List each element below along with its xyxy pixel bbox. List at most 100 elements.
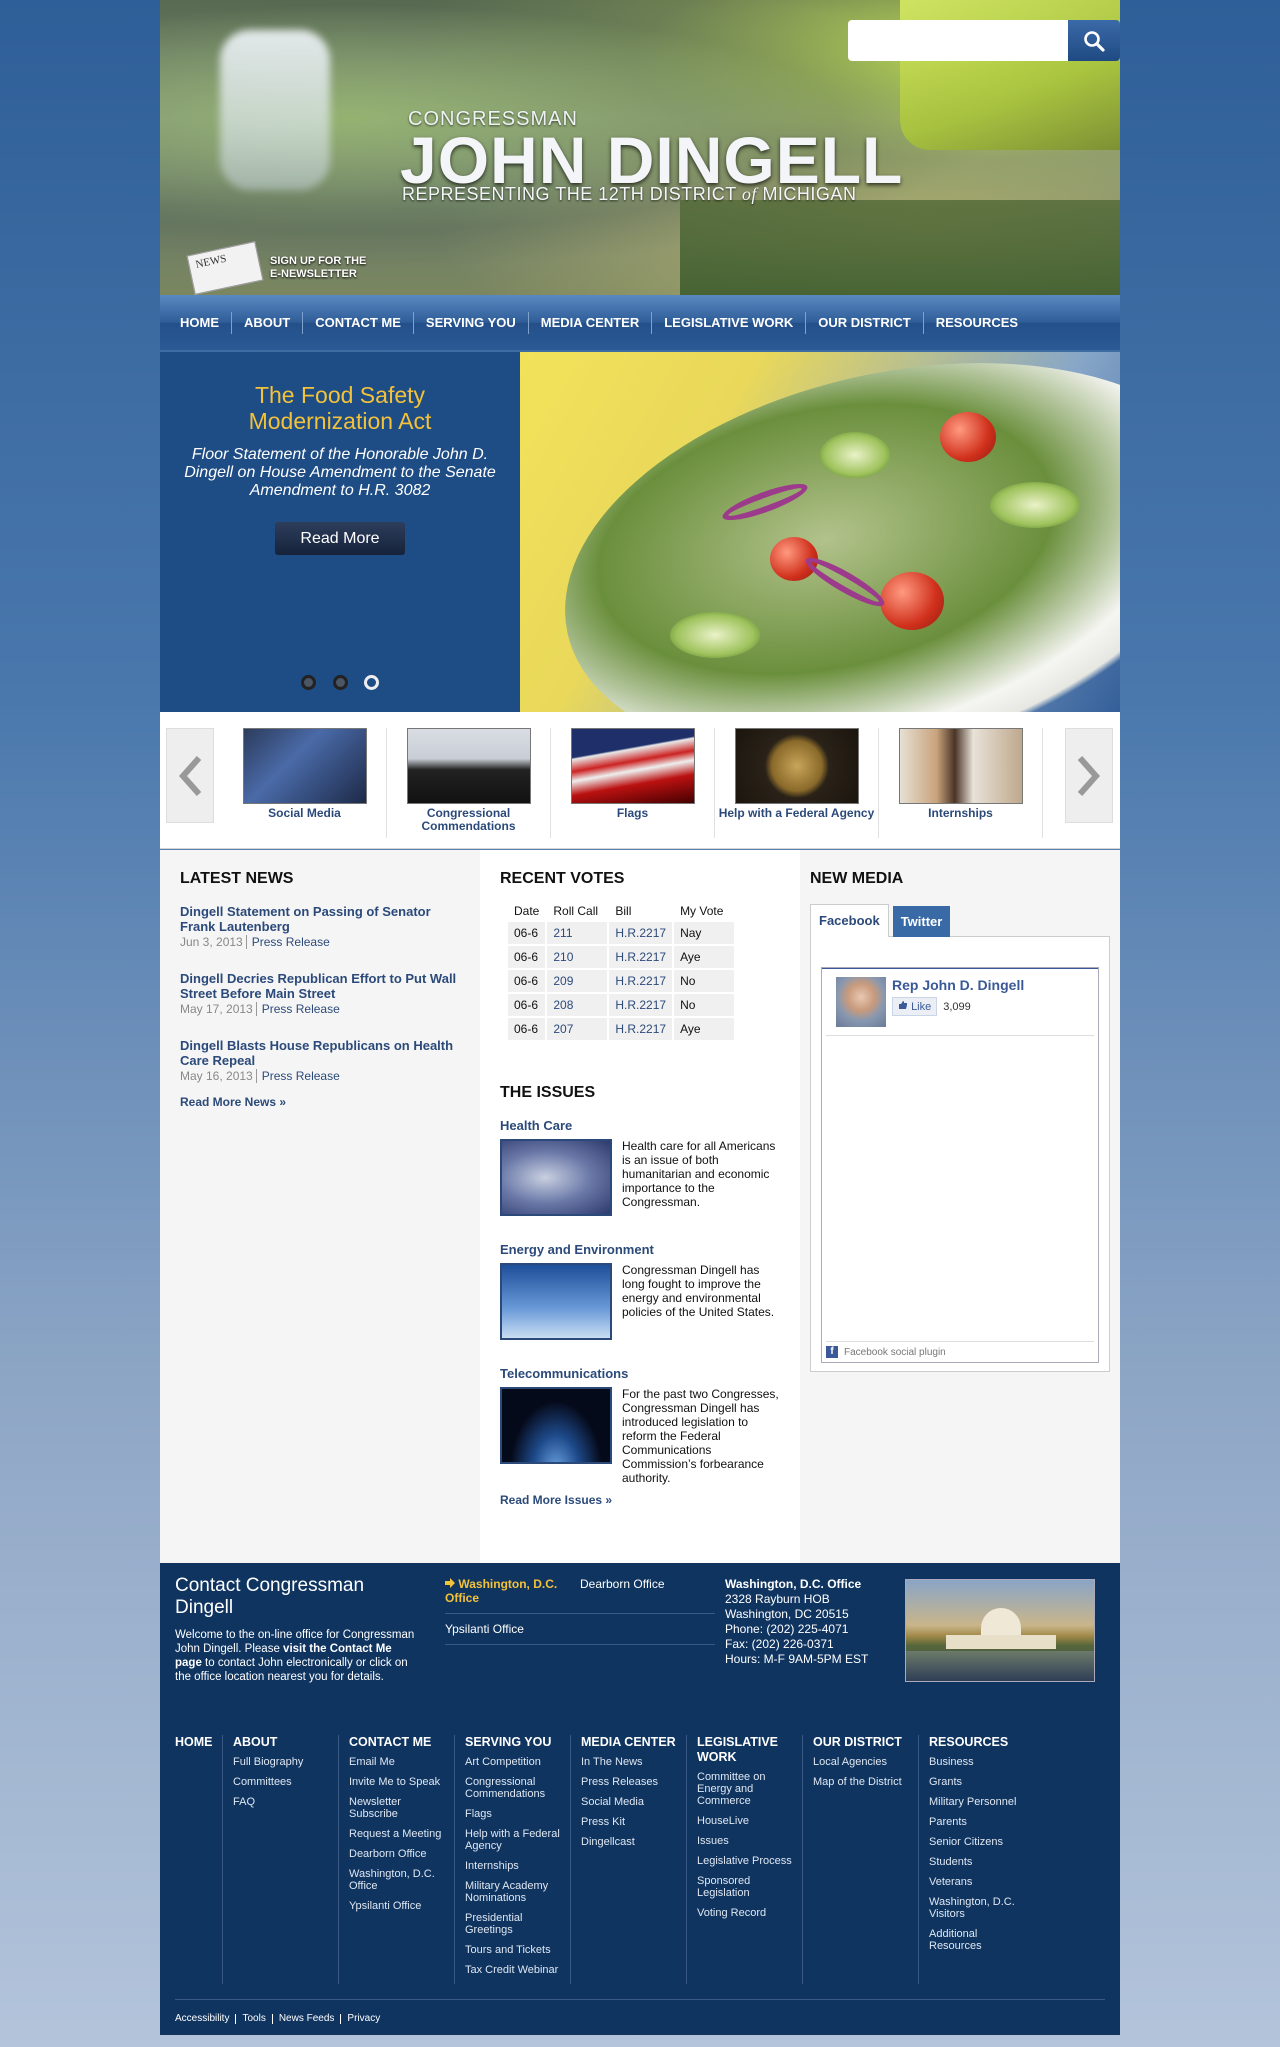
sitemap-head[interactable]: SERVING YOU (465, 1735, 560, 1750)
sitemap-link[interactable]: Map of the District (813, 1776, 908, 1788)
space-station-image[interactable] (500, 1387, 612, 1464)
news-feeds-link[interactable]: News Feeds (273, 2014, 342, 2024)
sitemap-link[interactable]: Issues (697, 1835, 792, 1847)
nav-resources[interactable]: RESOURCES (924, 312, 1030, 334)
slide-dot-3[interactable] (363, 675, 379, 690)
roll-call-link[interactable]: 211 (547, 922, 608, 944)
sitemap-head[interactable]: ABOUT (233, 1735, 328, 1750)
office-ypsilanti[interactable]: Ypsilanti Office (445, 1622, 580, 1636)
sitemap-head[interactable]: LEGISLATIVE WORK (697, 1735, 792, 1765)
privacy-link[interactable]: Privacy (341, 2014, 386, 2024)
sitemap-head[interactable]: MEDIA CENTER (581, 1735, 676, 1750)
news-type-link[interactable]: Press Release (255, 1002, 340, 1016)
sitemap-link[interactable]: Local Agencies (813, 1756, 908, 1768)
news-title[interactable]: Dingell Decries Republican Effort to Put… (180, 971, 460, 1001)
tools-link[interactable]: Tools (236, 2014, 273, 2024)
sitemap-head[interactable]: RESOURCES (929, 1735, 1025, 1750)
issue-title[interactable]: Telecommunications (500, 1366, 780, 1381)
sitemap-link[interactable]: Press Releases (581, 1776, 676, 1788)
carousel-item-internships[interactable]: Internships (879, 728, 1043, 838)
read-more-button[interactable]: Read More (275, 522, 405, 555)
nav-legislative-work[interactable]: LEGISLATIVE WORK (652, 311, 807, 334)
office-dearborn[interactable]: Dearborn Office (580, 1577, 715, 1605)
bill-link[interactable]: H.R.2217 (609, 994, 673, 1016)
sitemap-link[interactable]: Flags (465, 1808, 560, 1820)
carousel-item-federal-agency[interactable]: Help with a Federal Agency (715, 728, 879, 838)
sitemap-link[interactable]: Newsletter Subscribe (349, 1796, 444, 1820)
news-title[interactable]: Dingell Blasts House Republicans on Heal… (180, 1038, 460, 1068)
news-type-link[interactable]: Press Release (245, 935, 330, 949)
sitemap-link[interactable]: Business (929, 1756, 1025, 1768)
hero-image-salad[interactable] (520, 352, 1120, 712)
fb-plugin-label[interactable]: Facebook social plugin (844, 1347, 946, 1358)
sitemap-link[interactable]: Senior Citizens (929, 1836, 1025, 1848)
sitemap-link[interactable]: Presidential Greetings (465, 1912, 560, 1936)
news-type-link[interactable]: Press Release (255, 1069, 340, 1083)
read-more-issues-link[interactable]: Read More Issues » (500, 1493, 780, 1507)
sitemap-link[interactable]: Full Biography (233, 1756, 328, 1768)
sitemap-link[interactable]: Committees (233, 1776, 328, 1788)
sitemap-head[interactable]: CONTACT ME (349, 1735, 444, 1750)
search-button[interactable] (1068, 20, 1120, 61)
read-more-news-link[interactable]: Read More News » (180, 1095, 460, 1109)
bill-link[interactable]: H.R.2217 (609, 1018, 673, 1040)
avatar[interactable] (836, 977, 886, 1027)
sitemap-head[interactable]: HOME (175, 1735, 213, 1750)
nav-serving-you[interactable]: SERVING YOU (414, 311, 529, 334)
fb-page-name[interactable]: Rep John D. Dingell (892, 977, 1024, 993)
nav-about[interactable]: ABOUT (232, 311, 304, 334)
sitemap-link[interactable]: Help with a Federal Agency (465, 1828, 560, 1852)
fb-like-button[interactable]: Like (892, 997, 938, 1016)
sitemap-link[interactable]: FAQ (233, 1796, 328, 1808)
sitemap-link[interactable]: Military Personnel (929, 1796, 1025, 1808)
roll-call-link[interactable]: 208 (547, 994, 608, 1016)
sitemap-link[interactable]: Congressional Commendations (465, 1776, 560, 1800)
sitemap-link[interactable]: In The News (581, 1756, 676, 1768)
carousel-prev-button[interactable] (166, 728, 214, 823)
slide-dot-2[interactable] (332, 675, 348, 690)
sitemap-link[interactable]: Voting Record (697, 1907, 792, 1919)
hero-title[interactable]: The Food Safety Modernization Act (180, 382, 500, 434)
bill-link[interactable]: H.R.2217 (609, 946, 673, 968)
sitemap-link[interactable]: Additional Resources (929, 1928, 1025, 1952)
tab-facebook[interactable]: Facebook (810, 904, 889, 937)
roll-call-link[interactable]: 210 (547, 946, 608, 968)
sitemap-link[interactable]: Military Academy Nominations (465, 1880, 560, 1904)
carousel-next-button[interactable] (1065, 728, 1113, 823)
stethoscope-image[interactable] (500, 1139, 612, 1216)
sitemap-link[interactable]: Ypsilanti Office (349, 1900, 444, 1912)
sitemap-link[interactable]: Internships (465, 1860, 560, 1872)
sitemap-link[interactable]: Invite Me to Speak (349, 1776, 444, 1788)
sitemap-link[interactable]: Parents (929, 1816, 1025, 1828)
sitemap-link[interactable]: Students (929, 1856, 1025, 1868)
sitemap-link[interactable]: Request a Meeting (349, 1828, 444, 1840)
accessibility-link[interactable]: Accessibility (175, 2014, 237, 2024)
wind-turbine-image[interactable] (500, 1263, 612, 1340)
carousel-item-flags[interactable]: Flags (551, 728, 715, 838)
sitemap-link[interactable]: Dearborn Office (349, 1848, 444, 1860)
sitemap-link[interactable]: Grants (929, 1776, 1025, 1788)
sitemap-link[interactable]: Tax Credit Webinar (465, 1964, 560, 1976)
news-title[interactable]: Dingell Statement on Passing of Senator … (180, 904, 460, 934)
bill-link[interactable]: H.R.2217 (609, 922, 673, 944)
bill-link[interactable]: H.R.2217 (609, 970, 673, 992)
sitemap-link[interactable]: Washington, D.C. Visitors (929, 1896, 1025, 1920)
sitemap-link[interactable]: Dingellcast (581, 1836, 676, 1848)
sitemap-link[interactable]: Legislative Process (697, 1855, 792, 1867)
sitemap-head[interactable]: OUR DISTRICT (813, 1735, 908, 1750)
newsletter-signup[interactable]: NEWS SIGN UP FOR THE E-NEWSLETTER (186, 241, 366, 295)
sitemap-link[interactable]: Email Me (349, 1756, 444, 1768)
sitemap-link[interactable]: HouseLive (697, 1815, 792, 1827)
carousel-item-commendations[interactable]: Congressional Commendations (387, 728, 551, 838)
nav-home[interactable]: HOME (168, 311, 232, 334)
nav-our-district[interactable]: OUR DISTRICT (806, 311, 924, 334)
sitemap-link[interactable]: Washington, D.C. Office (349, 1868, 444, 1892)
roll-call-link[interactable]: 209 (547, 970, 608, 992)
office-washington[interactable]: Washington, D.C. Office (445, 1577, 580, 1605)
nav-contact-me[interactable]: CONTACT ME (303, 311, 414, 334)
carousel-item-social-media[interactable]: Social Media (223, 728, 387, 838)
search-input[interactable] (848, 20, 1068, 61)
issue-title[interactable]: Energy and Environment (500, 1242, 780, 1257)
sitemap-link[interactable]: Sponsored Legislation (697, 1875, 792, 1899)
slide-dot-1[interactable] (301, 675, 317, 690)
